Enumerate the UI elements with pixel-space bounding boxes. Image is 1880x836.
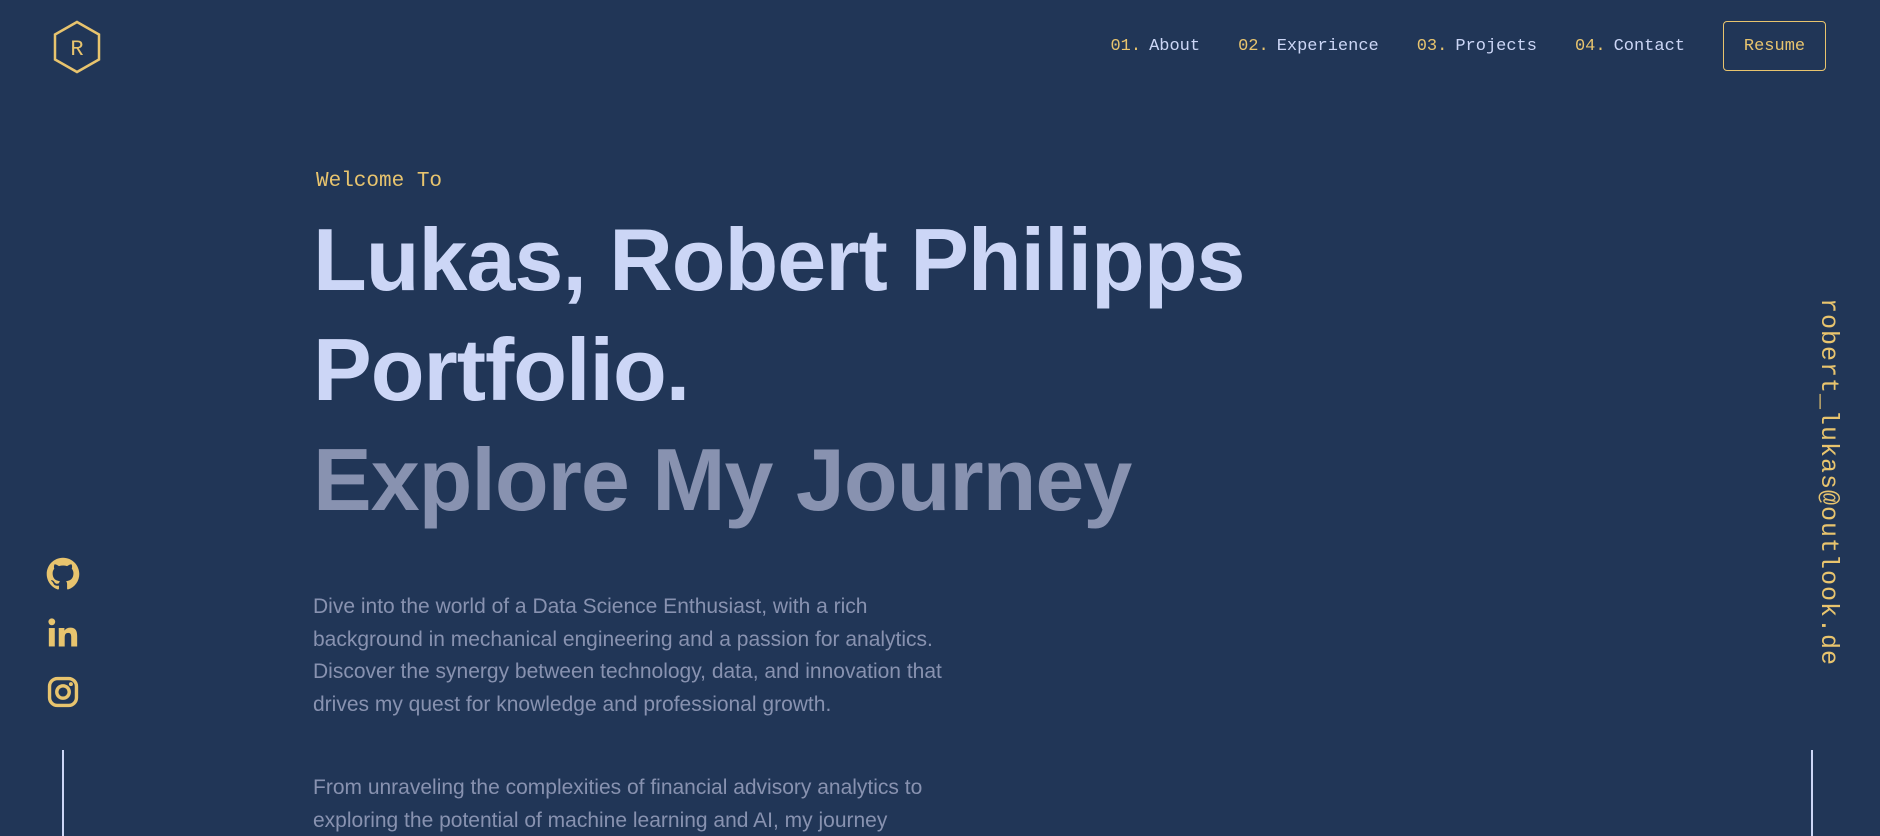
- top-nav: 01. About 02. Experience 03. Projects 04. Co…: [1110, 21, 1826, 71]
- hexagon-logo-icon: R: [53, 20, 101, 74]
- resume-button[interactable]: Resume: [1723, 21, 1826, 71]
- hero-title-line2: Portfolio.: [313, 320, 690, 419]
- right-rail-line: [1811, 750, 1813, 836]
- left-rail-line: [62, 750, 64, 836]
- social-links: [46, 557, 80, 709]
- nav-number: 01.: [1110, 36, 1142, 56]
- nav-label: About: [1149, 36, 1201, 56]
- journey-paragraph: From unraveling the complexities of fina…: [313, 776, 923, 832]
- hero-title-line1: Lukas, Robert Philipps: [313, 210, 1245, 309]
- logo[interactable]: R: [52, 20, 102, 74]
- nav-number: 03.: [1416, 36, 1448, 56]
- hero-subtitle: Explore My Journey: [313, 430, 1132, 529]
- linkedin-icon[interactable]: [46, 616, 80, 650]
- nav-item-about[interactable]: 01. About: [1110, 37, 1200, 56]
- email-link[interactable]: robert_lukas@outlook.de: [1814, 298, 1843, 666]
- nav-item-contact[interactable]: 04. Contact: [1575, 37, 1685, 56]
- nav-number: 02.: [1238, 36, 1269, 56]
- nav-item-experience[interactable]: 02. Experience: [1238, 37, 1379, 56]
- instagram-icon[interactable]: [46, 675, 80, 709]
- logo-letter: R: [70, 37, 83, 62]
- nav-label: Projects: [1455, 36, 1537, 56]
- intro-paragraph: Dive into the world of a Data Science En…: [313, 595, 942, 716]
- hero-section: Welcome To Lukas, Robert Philipps Portfo…: [313, 170, 1245, 535]
- github-icon[interactable]: [46, 557, 80, 591]
- nav-label: Experience: [1276, 36, 1379, 56]
- welcome-text: Welcome To: [316, 170, 443, 193]
- nav-label: Contact: [1613, 36, 1685, 56]
- nav-number: 04.: [1574, 36, 1606, 56]
- nav-item-projects[interactable]: 03. Projects: [1417, 37, 1537, 56]
